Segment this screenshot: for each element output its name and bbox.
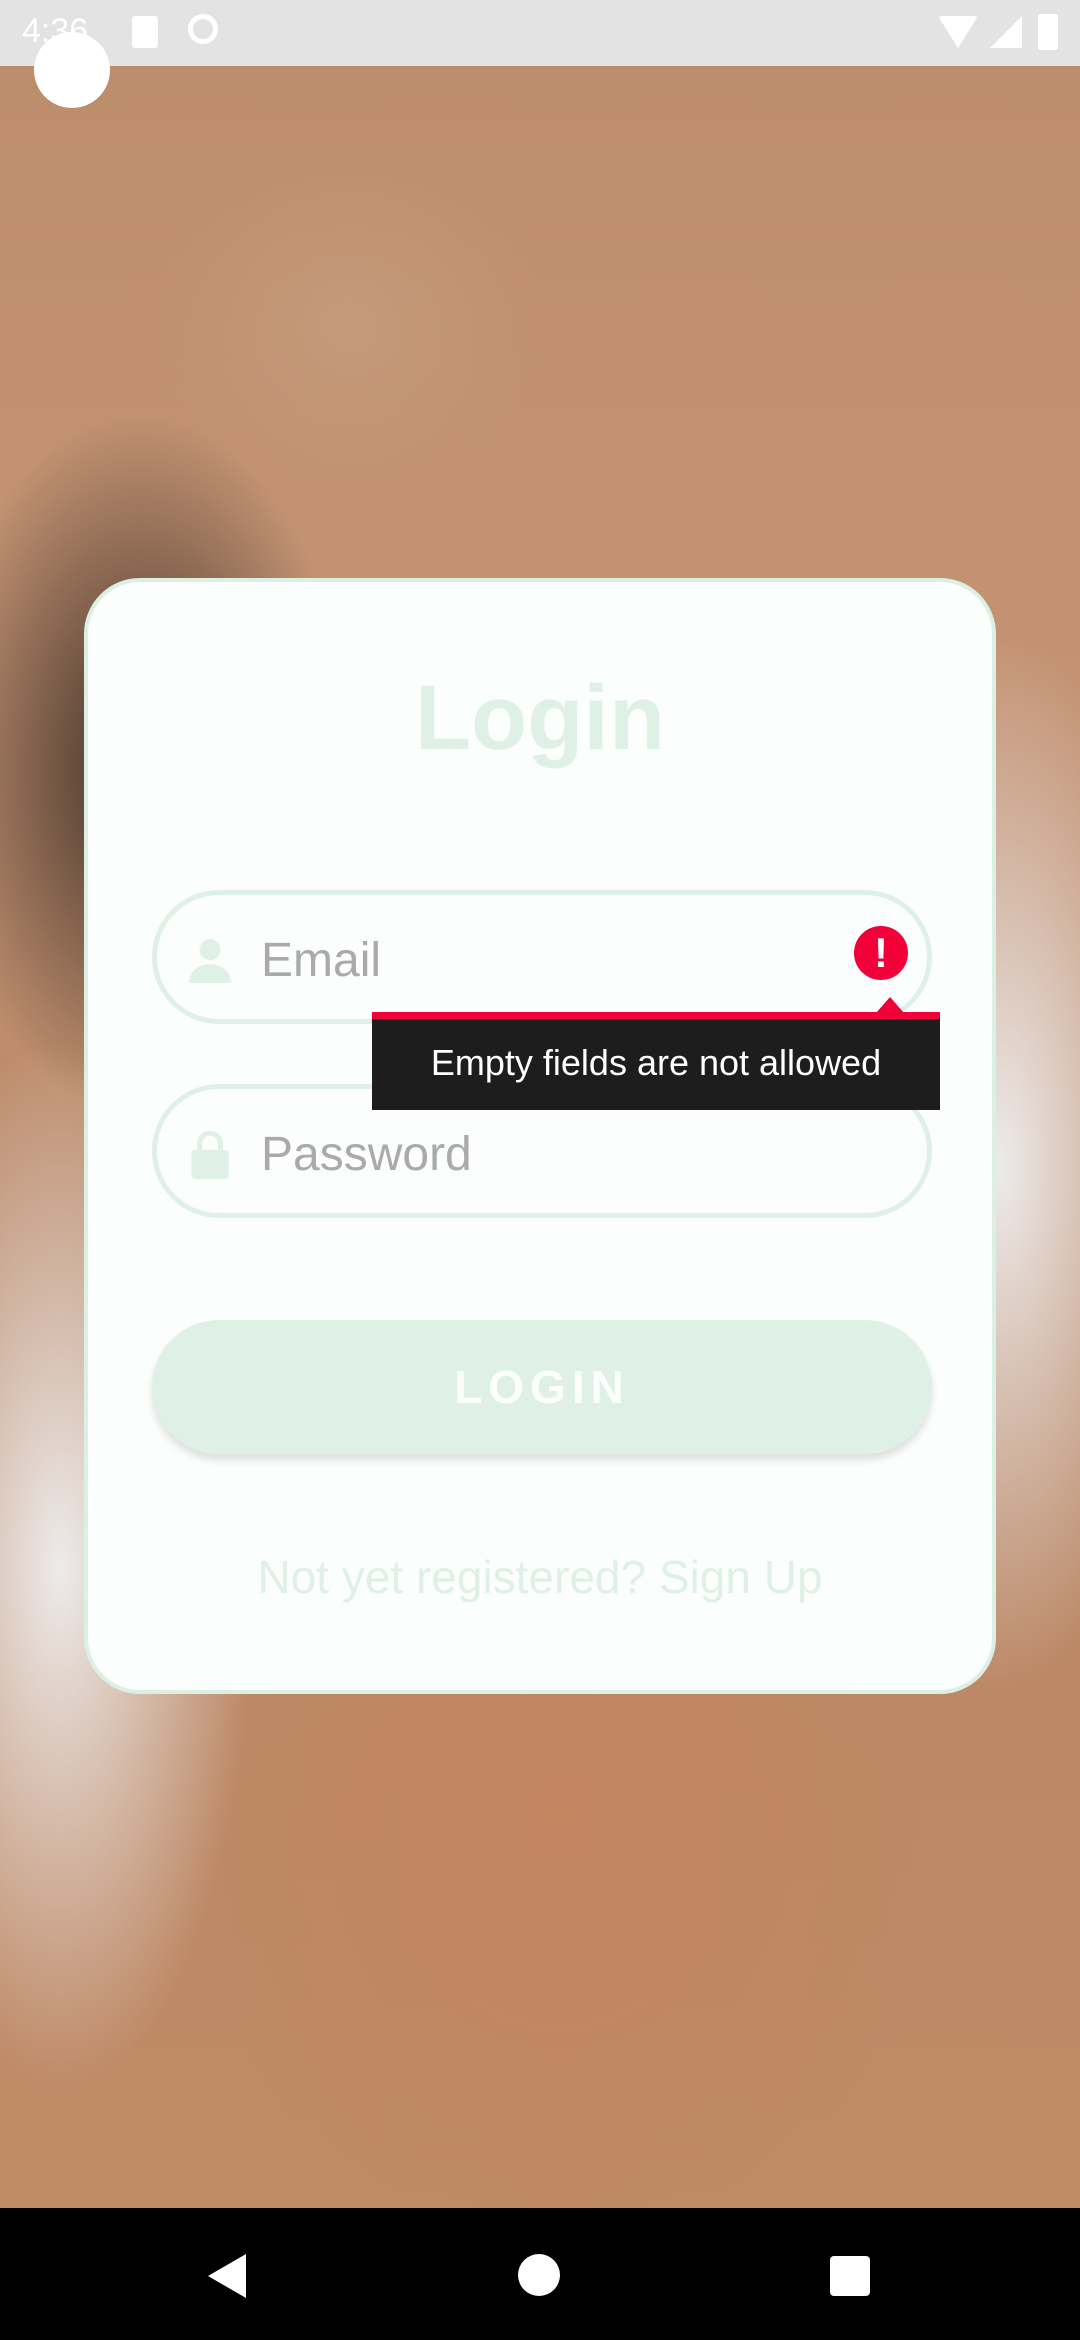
navigation-bar — [0, 2208, 1080, 2340]
lock-icon — [191, 1130, 229, 1179]
error-tooltip: Empty fields are not allowed — [372, 997, 940, 1110]
battery-icon — [1038, 14, 1058, 50]
status-bar: 4:36 — [0, 0, 1080, 66]
page-title: Login — [414, 667, 666, 769]
login-card: Login Email Password LOGIN Not yet regis… — [84, 578, 996, 1694]
recent-apps-icon[interactable] — [830, 2256, 870, 2296]
home-icon[interactable] — [518, 2254, 560, 2296]
error-icon[interactable]: ! — [854, 926, 908, 980]
do-not-disturb-icon — [188, 14, 218, 44]
signup-link[interactable]: Not yet registered? Sign Up — [88, 1550, 992, 1604]
wifi-icon — [938, 16, 978, 48]
email-field[interactable]: Email — [152, 890, 932, 1024]
back-icon[interactable] — [208, 2254, 246, 2298]
login-button[interactable]: LOGIN — [152, 1320, 932, 1454]
password-placeholder: Password — [261, 1128, 472, 1181]
person-icon — [189, 939, 231, 983]
tooltip-notch — [876, 997, 904, 1013]
error-tooltip-text: Empty fields are not allowed — [430, 1042, 882, 1083]
sd-card-icon — [132, 16, 158, 48]
email-placeholder: Email — [261, 934, 382, 987]
signal-icon — [990, 16, 1022, 48]
floating-dot[interactable] — [34, 32, 110, 108]
